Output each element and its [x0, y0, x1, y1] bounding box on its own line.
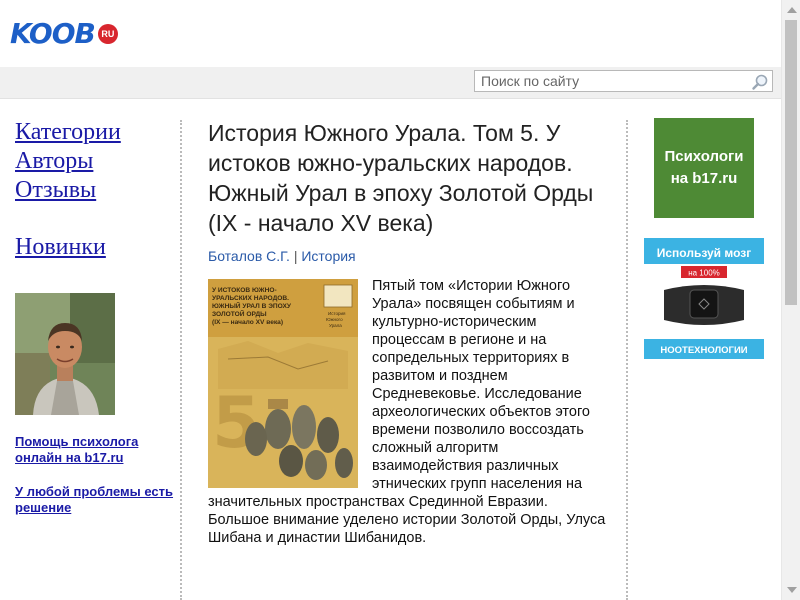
nav-new-link[interactable]: Новинки [15, 233, 175, 262]
cover-title-line-1: У ИСТОКОВ ЮЖНО- [212, 287, 277, 294]
cover-title-line-4: ЗОЛОТОЙ ОРДЫ [212, 309, 267, 318]
vertical-scrollbar[interactable] [781, 0, 800, 600]
column-divider-right [626, 120, 628, 600]
ad2-brand: НООТЕХНОЛОГИИ [660, 345, 747, 356]
psychologist-photo[interactable] [15, 293, 115, 415]
book-cover-image[interactable]: У ИСТОКОВ ЮЖНО- УРАЛЬСКИХ НАРОДОВ. ЮЖНЫЙ… [208, 279, 358, 488]
cover-title-line-2: УРАЛЬСКИХ НАРОДОВ. [212, 295, 289, 302]
scroll-down-arrow-icon[interactable] [787, 587, 797, 593]
cover-title-line-5: (IX — начало XV века) [212, 319, 283, 326]
cover-series-line-1: История [328, 311, 346, 316]
search-bar [0, 67, 781, 99]
ad2-badge: на 100% [688, 269, 720, 278]
book-category-link[interactable]: История [301, 248, 355, 264]
ad1-line-2: на b17.ru [670, 170, 738, 187]
book-title: История Южного Урала. Том 5. У истоков ю… [208, 120, 594, 236]
logo-badge: RU [97, 24, 118, 44]
book-author-link[interactable]: Боталов С.Г. [208, 248, 290, 264]
cover-title-line-3: ЮЖНЫЙ УРАЛ В ЭПОХУ [212, 301, 292, 310]
scroll-thumb[interactable] [785, 20, 797, 305]
ad2-headline: Используй мозг [657, 246, 751, 260]
column-divider-left [180, 120, 182, 600]
search-input[interactable] [475, 71, 751, 91]
search-icon[interactable] [751, 73, 769, 91]
nav-reviews-link[interactable]: Отзывы [15, 176, 175, 205]
site-logo[interactable]: KOOB RU [10, 18, 118, 50]
nav-authors-link[interactable]: Авторы [15, 147, 175, 176]
nav-categories-link[interactable]: Категории [15, 118, 175, 147]
scroll-up-arrow-icon[interactable] [787, 7, 797, 13]
page: KOOB RU Категории Авторы Отзывы Новинки [0, 0, 781, 600]
cover-series-line-3: Урала [329, 323, 342, 328]
psychologists-ad-banner[interactable]: Психологи на b17.ru [654, 118, 754, 218]
logo-text: KOOB [10, 17, 96, 50]
book-meta: Боталов С.Г. | История [208, 247, 612, 265]
search-box [474, 70, 773, 92]
ad1-line-1: Психологи [664, 148, 744, 165]
nootech-ad-banner[interactable]: Используй мозг на 100% НООТЕХНОЛОГИИ [644, 238, 764, 359]
problem-solution-link[interactable]: У любой проблемы есть решение [15, 484, 175, 516]
left-sidebar: Категории Авторы Отзывы Новинки Помощь п… [15, 118, 175, 516]
book-main-column: История Южного Урала. Том 5. У истоков ю… [208, 118, 612, 547]
psychologist-help-link[interactable]: Помощь психолога онлайн на b17.ru [15, 434, 175, 466]
book-content: У ИСТОКОВ ЮЖНО- УРАЛЬСКИХ НАРОДОВ. ЮЖНЫЙ… [208, 277, 612, 547]
meta-separator: | [293, 248, 298, 264]
cover-series-line-2: Южного [326, 317, 343, 322]
